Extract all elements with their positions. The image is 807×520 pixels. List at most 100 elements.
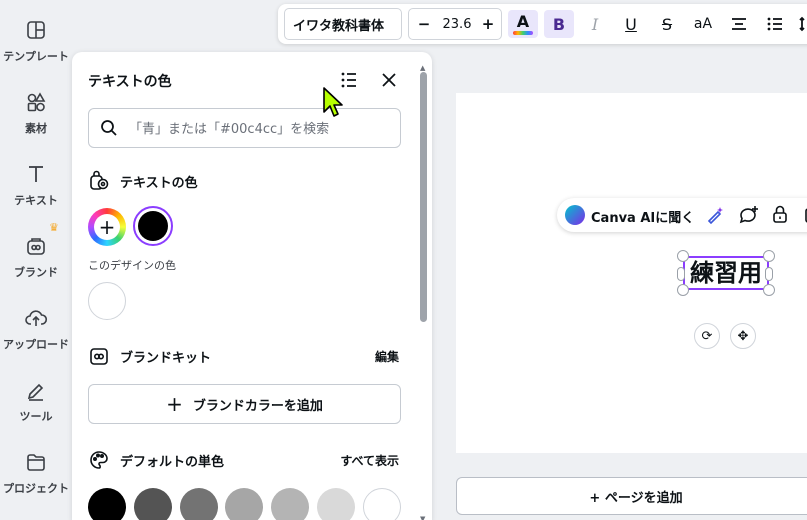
letter-case-button[interactable]: aA	[688, 10, 718, 38]
swatch-fill-black	[138, 211, 168, 241]
upload-icon	[25, 310, 48, 326]
rail-item-label: アップロード	[3, 338, 69, 351]
scrollbar-thumb[interactable]	[420, 72, 427, 322]
move-button[interactable]: ✥	[730, 323, 756, 349]
add-custom-color-button[interactable]: +	[88, 208, 126, 246]
add-page-button[interactable]: + ページを追加	[456, 477, 807, 515]
align-center-button[interactable]	[724, 10, 754, 38]
bold-button[interactable]: B	[544, 10, 574, 38]
rail-item-label: プロジェクト	[3, 482, 69, 495]
plus-icon: +	[166, 392, 183, 416]
mouse-cursor-icon	[323, 87, 343, 117]
ask-canva-ai-button[interactable]: Canva AIに聞く	[591, 207, 694, 226]
text-color-panel: テキストの色 テキストの色 + このデザインの色 ブランドキット 編集 + ブラ…	[72, 52, 432, 520]
magic-write-icon[interactable]	[705, 205, 725, 225]
default-colors-section-header: デフォルトの単色	[88, 449, 224, 471]
rail-item-elements[interactable]: 素材	[0, 90, 72, 154]
canva-ai-logo-icon	[565, 205, 585, 225]
rail-item-label: 素材	[25, 122, 47, 135]
paint-bucket-icon	[90, 170, 109, 190]
rail-item-templates[interactable]: テンプレート	[0, 18, 72, 82]
text-toolbar: イワタ教科書体 − 23.6 + A B I U S aA	[278, 4, 807, 44]
font-size-stepper: − 23.6 +	[408, 8, 502, 40]
palette-icon	[90, 451, 108, 469]
tools-icon	[27, 383, 44, 401]
rail-item-projects[interactable]: プロジェクト	[0, 450, 72, 514]
color-search-field	[88, 108, 401, 148]
spacing-icon	[799, 16, 805, 32]
design-color-white-swatch[interactable]	[88, 282, 126, 320]
scroll-down-icon[interactable]: ▼	[420, 515, 425, 520]
text-colors-section-header: テキストの色	[88, 170, 198, 192]
add-brand-color-label: ブランドカラーを追加	[192, 398, 323, 414]
brand-icon	[27, 238, 45, 255]
default-color-swatch[interactable]	[179, 488, 218, 520]
panel-title: テキストの色	[88, 74, 172, 90]
rotate-icon: ⟳	[701, 328, 713, 344]
default-color-swatch[interactable]	[317, 488, 355, 520]
folder-icon	[27, 454, 45, 471]
default-colors-heading: デフォルトの単色	[120, 454, 225, 470]
font-size-input[interactable]: 23.6	[437, 17, 477, 32]
resize-handle-left[interactable]	[677, 267, 685, 281]
close-panel-button[interactable]	[375, 66, 403, 94]
template-icon	[27, 21, 45, 39]
rail-item-label: ツール	[19, 410, 53, 423]
default-color-swatch[interactable]	[133, 488, 172, 520]
rail-item-text[interactable]: テキスト	[0, 162, 72, 226]
brand-kit-heading: ブランドキット	[120, 350, 212, 366]
strikethrough-button[interactable]: S	[652, 10, 682, 38]
underline-button[interactable]: U	[616, 10, 646, 38]
design-colors-label: このデザインの色	[88, 259, 176, 272]
text-color-letter: A	[516, 11, 530, 31]
color-search-input[interactable]	[129, 118, 389, 140]
rail-item-upload[interactable]: アップロード	[0, 306, 72, 370]
rail-item-tools[interactable]: ツール	[0, 378, 72, 442]
left-rail: テンプレート 素材 テキスト ブランド ♛ アップロード ツール プロジェクト	[0, 0, 72, 520]
text-color-button[interactable]: A	[508, 10, 538, 38]
panel-scrollbar[interactable]: ▲ ▼	[419, 64, 428, 520]
current-color-swatch[interactable]	[133, 206, 173, 246]
resize-handle-top-right[interactable]	[763, 250, 775, 262]
rail-item-brand[interactable]: ブランド	[0, 234, 72, 298]
align-center-icon	[732, 18, 746, 30]
copy-icon[interactable]	[801, 205, 807, 225]
bullet-list-icon	[767, 17, 782, 31]
default-color-swatch[interactable]	[271, 488, 310, 520]
brand-kit-edit-link[interactable]: 編集	[375, 348, 399, 365]
close-icon	[382, 73, 396, 87]
resize-handle-right[interactable]	[765, 267, 773, 281]
comment-add-icon[interactable]	[738, 205, 760, 225]
default-color-swatch[interactable]	[88, 488, 126, 520]
brand-kit-section-header: ブランドキット	[88, 345, 211, 367]
show-all-link[interactable]: すべて表示	[340, 452, 399, 469]
brand-kit-icon	[90, 348, 108, 365]
default-color-swatch[interactable]	[225, 488, 264, 520]
rail-item-label: ブランド	[14, 266, 58, 279]
increase-size-button[interactable]: +	[479, 15, 497, 33]
selection-outline	[683, 256, 769, 290]
resize-handle-bottom-left[interactable]	[677, 284, 689, 296]
plus-icon: +	[94, 214, 120, 240]
default-color-swatch[interactable]	[362, 488, 401, 520]
scroll-up-icon[interactable]: ▲	[420, 64, 425, 72]
resize-handle-bottom-right[interactable]	[763, 284, 775, 296]
rotate-button[interactable]: ⟳	[694, 323, 720, 349]
rainbow-bar-icon	[513, 30, 533, 35]
search-icon	[101, 120, 117, 136]
floating-context-bar: Canva AIに聞く	[557, 198, 807, 232]
rail-item-label: テキスト	[14, 194, 58, 207]
add-brand-color-button[interactable]: + ブランドカラーを追加	[88, 384, 401, 424]
italic-button[interactable]: I	[580, 10, 610, 38]
resize-handle-top-left[interactable]	[677, 250, 689, 262]
text-icon	[29, 166, 43, 182]
line-spacing-button[interactable]	[792, 10, 807, 38]
move-icon: ✥	[737, 328, 749, 344]
list-button[interactable]	[760, 10, 790, 38]
lock-icon[interactable]	[771, 204, 789, 224]
elements-icon	[27, 92, 46, 112]
decrease-size-button[interactable]: −	[415, 15, 433, 33]
crown-icon: ♛	[49, 221, 59, 234]
font-family-dropdown[interactable]: イワタ教科書体	[284, 8, 402, 40]
rail-item-label: テンプレート	[3, 50, 69, 63]
